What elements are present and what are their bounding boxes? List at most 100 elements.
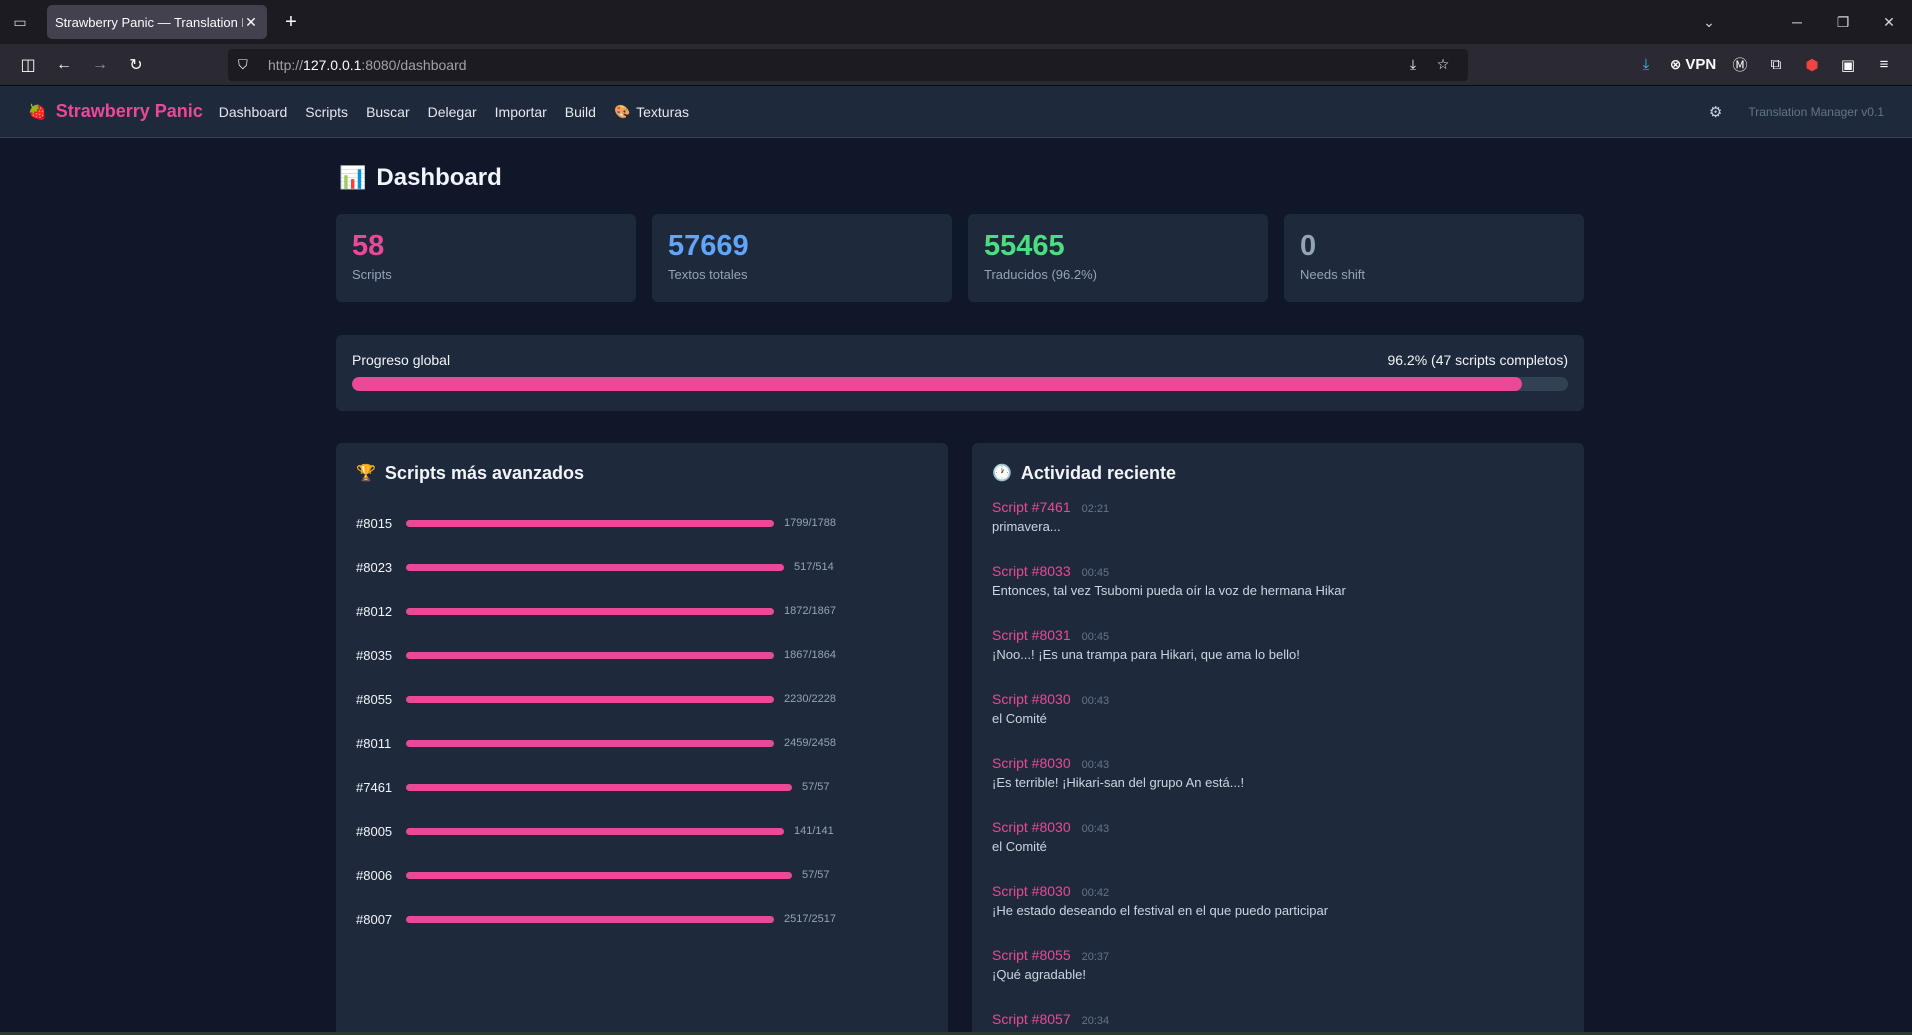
script-progress-row[interactable]: #8015 1799/1788 [356,501,928,545]
script-progress-row[interactable]: #7461 57/57 [356,765,928,809]
stat-label: Scripts [352,267,392,282]
script-id[interactable]: #8035 [356,648,406,663]
activity-time: 00:43 [1081,759,1110,771]
tab-overflow-chevron-icon[interactable]: ⌄ [1686,14,1732,31]
script-progress-bar [406,519,774,527]
stat-value: 58 [352,230,385,262]
minimize-icon[interactable]: ─ [1774,14,1820,30]
script-id[interactable]: #7461 [356,780,406,795]
back-icon[interactable]: ← [46,50,82,80]
script-count: 1799/1788 [784,517,836,529]
script-id[interactable]: #8015 [356,516,406,531]
close-window-icon[interactable]: ✕ [1866,14,1912,31]
nav-label: Scripts [305,103,349,120]
activity-time: 00:43 [1081,695,1110,707]
restore-icon[interactable]: ❐ [1820,14,1866,31]
activity-text: ¡Es terrible! ¡Hikari-san del grupo An e… [992,775,1245,790]
panel-title-text: Scripts más avanzados [384,462,585,483]
account-icon[interactable]: Ⓜ [1722,54,1758,75]
activity-item: Script #7461 02:21 primavera... [992,499,1564,563]
script-id[interactable]: #8011 [356,736,406,751]
recent-activity-panel: 🕐 Actividad reciente Script #7461 02:21 pr… [972,443,1584,1035]
page-save-icon[interactable]: ⤓ [1398,56,1428,73]
progress-summary: 96.2% (47 scripts completos) [1387,352,1568,368]
browser-tab-active[interactable]: Strawberry Panic — Translation Man ✕ [47,5,267,39]
script-id[interactable]: #8023 [356,560,406,575]
stat-card-needs-shift: 0 Needs shift [1284,214,1584,302]
activity-script-link[interactable]: Script #8033 [992,563,1071,579]
activity-script-link[interactable]: Script #8030 [992,883,1071,899]
script-id[interactable]: #8005 [356,824,406,839]
bookmark-star-icon[interactable]: ☆ [1428,56,1458,73]
sidebar-toggle-icon[interactable]: ◫ [10,50,46,80]
nav-label: Texturas [636,103,690,120]
url-prefix: http:// [268,56,304,73]
page-title: 📊 Dashboard [339,162,1584,194]
extensions-icon[interactable]: ⧉ [1758,56,1794,73]
script-count: 141/141 [794,825,834,837]
activity-script-link[interactable]: Script #8030 [992,819,1071,835]
brand-name: Strawberry Panic [55,101,203,121]
script-progress-row[interactable]: #8006 57/57 [356,853,928,897]
panels-row: 🏆 Scripts más avanzados #8015 1799/1788 #8… [336,443,1584,1035]
nav-importar[interactable]: Importar [495,104,547,120]
stat-value: 55465 [984,230,1065,262]
reload-icon[interactable]: ↻ [118,50,154,80]
script-progress-bar [406,915,774,923]
vpn-button[interactable]: ⊗ VPN [1664,56,1722,73]
activity-time: 20:34 [1081,1015,1110,1027]
script-id[interactable]: #8055 [356,692,406,707]
script-progress-row[interactable]: #8012 1872/1867 [356,589,928,633]
script-progress-row[interactable]: #8035 1867/1864 [356,633,928,677]
brand-link[interactable]: 🍓 Strawberry Panic [28,101,203,122]
panel-title: 🏆 Scripts más avanzados [356,461,928,485]
script-count: 1867/1864 [784,649,836,661]
site-security-icon[interactable]: ⛉ [238,57,260,73]
script-progress-row[interactable]: #8023 517/514 [356,545,928,589]
url-text[interactable]: http://127.0.0.1:8080/dashboard [268,57,1398,73]
app-version: Translation Manager v0.1 [1748,104,1884,119]
activity-text: el Comité [992,711,1047,726]
activity-script-link[interactable]: Script #8030 [992,691,1071,707]
downloads-icon[interactable]: ⤓ [1628,56,1664,73]
script-id[interactable]: #8006 [356,868,406,883]
settings-gear-icon[interactable]: ⚙ [1709,103,1722,121]
activity-script-link[interactable]: Script #8030 [992,755,1071,771]
activity-time: 00:42 [1081,887,1110,899]
nav-build[interactable]: Build [565,104,596,120]
script-progress-row[interactable]: #8005 141/141 [356,809,928,853]
nav-scripts[interactable]: Scripts [305,104,348,120]
ublock-icon[interactable]: ⬢ [1794,56,1830,74]
script-count: 2517/2517 [784,913,836,925]
activity-script-link[interactable]: Script #8057 [992,1011,1071,1027]
stat-card-total-texts: 57669 Textos totales [652,214,952,302]
url-bar[interactable]: ⛉ http://127.0.0.1:8080/dashboard ⤓ ☆ [228,48,1468,81]
activity-text: el Comité [992,839,1047,854]
new-tab-icon[interactable]: + [273,5,309,39]
nav-buscar[interactable]: Buscar [366,104,410,120]
top-scripts-list: #8015 1799/1788 #8023 517/514 #8012 1872/1867… [356,501,928,941]
nav-label: Buscar [366,103,410,120]
app-menu-icon[interactable]: ≡ [1866,56,1902,73]
stat-card-translated: 55465 Traducidos (96.2%) [968,214,1268,302]
activity-script-link[interactable]: Script #7461 [992,499,1071,515]
script-progress-row[interactable]: #8011 2459/2458 [356,721,928,765]
close-tab-icon[interactable]: ✕ [243,14,259,31]
video-extension-icon[interactable]: ▣ [1830,56,1866,74]
activity-time: 00:45 [1081,631,1110,643]
script-progress-row[interactable]: #8007 2517/2517 [356,897,928,941]
script-id[interactable]: #8012 [356,604,406,619]
activity-script-link[interactable]: Script #8031 [992,627,1071,643]
script-progress-row[interactable]: #8055 2230/2228 [356,677,928,721]
script-progress-bar [406,783,792,791]
nav-delegar[interactable]: Delegar [428,104,477,120]
script-id[interactable]: #8007 [356,912,406,927]
script-count: 1872/1867 [784,605,836,617]
nav-texturas[interactable]: 🎨 Texturas [614,104,689,120]
forward-icon[interactable]: → [82,50,118,80]
nav-dashboard[interactable]: Dashboard [219,104,288,120]
stat-label: Needs shift [1300,267,1366,282]
tab-list-icon[interactable]: ▭ [0,0,40,44]
activity-script-link[interactable]: Script #8055 [992,947,1071,963]
script-bar-track: 57/57 [406,781,928,793]
